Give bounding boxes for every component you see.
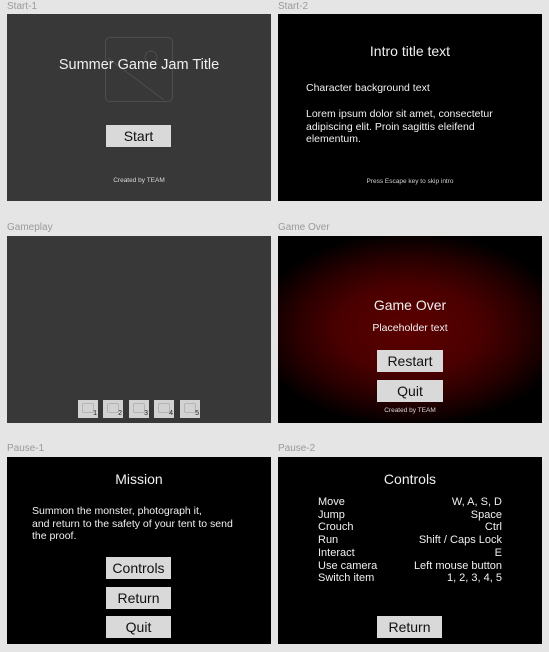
control-action: Run bbox=[318, 534, 339, 547]
mission-line: and return to the safety of your tent to… bbox=[32, 517, 233, 530]
credit-text: Created by TEAM bbox=[113, 177, 165, 184]
control-row-crouch: Crouch Ctrl bbox=[318, 521, 502, 534]
control-key: 1, 2, 3, 4, 5 bbox=[446, 572, 502, 585]
frame-label-start-2: Start-2 bbox=[278, 1, 309, 12]
control-row-use-camera: Use camera Left mouse button bbox=[318, 560, 502, 573]
item-slot-number: 4 bbox=[169, 410, 173, 417]
control-action: Jump bbox=[318, 508, 345, 521]
mission-line: the proof. bbox=[32, 530, 77, 542]
control-row-jump: Jump Space bbox=[318, 509, 502, 522]
control-action: Use camera bbox=[318, 559, 378, 572]
controls-title: Controls bbox=[383, 471, 437, 487]
frame-label-pause-2: Pause-2 bbox=[278, 443, 316, 454]
control-action: Interact bbox=[318, 546, 355, 559]
item-slot-number: 2 bbox=[118, 410, 122, 417]
frame-label-pause-1: Pause-1 bbox=[7, 443, 45, 454]
mission-title: Mission bbox=[115, 471, 163, 487]
frame-label-start-1: Start-1 bbox=[7, 1, 38, 12]
return-button[interactable]: Return bbox=[377, 616, 442, 638]
mission-line: Summon the monster, photograph it, bbox=[32, 505, 202, 517]
item-slot-4[interactable]: 4 bbox=[154, 400, 174, 418]
frame-gameplay: 1 2 3 4 5 bbox=[7, 236, 271, 423]
control-key: Shift / Caps Lock bbox=[418, 534, 502, 547]
item-slot-3[interactable]: 3 bbox=[129, 400, 149, 418]
skip-intro-hint: Press Escape key to skip intro bbox=[366, 178, 454, 185]
control-row-switch-item: Switch item 1, 2, 3, 4, 5 bbox=[318, 572, 502, 585]
restart-button[interactable]: Restart bbox=[377, 350, 443, 372]
game-over-subtitle: Placeholder text bbox=[372, 322, 448, 334]
credit-text: Created by TEAM bbox=[384, 407, 436, 414]
item-slot-1[interactable]: 1 bbox=[78, 400, 98, 418]
quit-button[interactable]: Quit bbox=[377, 380, 443, 402]
start-button[interactable]: Start bbox=[106, 125, 171, 147]
control-key: Space bbox=[470, 508, 502, 521]
control-row-move: Move W, A, S, D bbox=[318, 496, 502, 509]
return-button[interactable]: Return bbox=[106, 587, 171, 609]
intro-title: Intro title text bbox=[369, 43, 451, 59]
intro-body-text: Lorem ipsum dolor sit amet, consectetur … bbox=[306, 108, 493, 145]
frame-start-1: Summer Game Jam Title Start Created by T… bbox=[7, 14, 271, 201]
frame-start-2: Intro title text Character background te… bbox=[278, 14, 542, 201]
control-row-run: Run Shift / Caps Lock bbox=[318, 534, 502, 547]
game-over-title: Game Over bbox=[373, 297, 447, 313]
item-slot-5[interactable]: 5 bbox=[180, 400, 200, 418]
control-action: Crouch bbox=[318, 521, 354, 534]
control-key: Ctrl bbox=[484, 521, 502, 534]
quit-button[interactable]: Quit bbox=[106, 616, 171, 638]
control-key: W, A, S, D bbox=[451, 496, 502, 508]
control-key: E bbox=[494, 546, 502, 559]
control-key: Left mouse button bbox=[413, 559, 502, 572]
frame-label-gameplay: Gameplay bbox=[7, 222, 53, 233]
frame-game-over: Game Over Placeholder text Restart Quit … bbox=[278, 236, 542, 423]
character-background-text: Character background text bbox=[306, 82, 430, 94]
controls-button[interactable]: Controls bbox=[106, 557, 171, 579]
game-title: Summer Game Jam Title bbox=[58, 57, 220, 73]
control-action: Move bbox=[318, 496, 345, 508]
item-slot-number: 1 bbox=[93, 410, 97, 417]
control-row-interact: Interact E bbox=[318, 547, 502, 560]
item-slot-number: 5 bbox=[195, 410, 199, 417]
item-slot-number: 3 bbox=[144, 410, 148, 417]
item-slot-2[interactable]: 2 bbox=[103, 400, 123, 418]
frame-label-game-over: Game Over bbox=[278, 222, 330, 233]
control-action: Switch item bbox=[318, 572, 375, 585]
frame-pause-2: Controls Move W, A, S, D Jump Space Crouch… bbox=[278, 457, 542, 644]
frame-pause-1: Mission Summon the monster, photograph i… bbox=[7, 457, 271, 644]
mission-description: Summon the monster, photograph it, and r… bbox=[32, 505, 262, 543]
